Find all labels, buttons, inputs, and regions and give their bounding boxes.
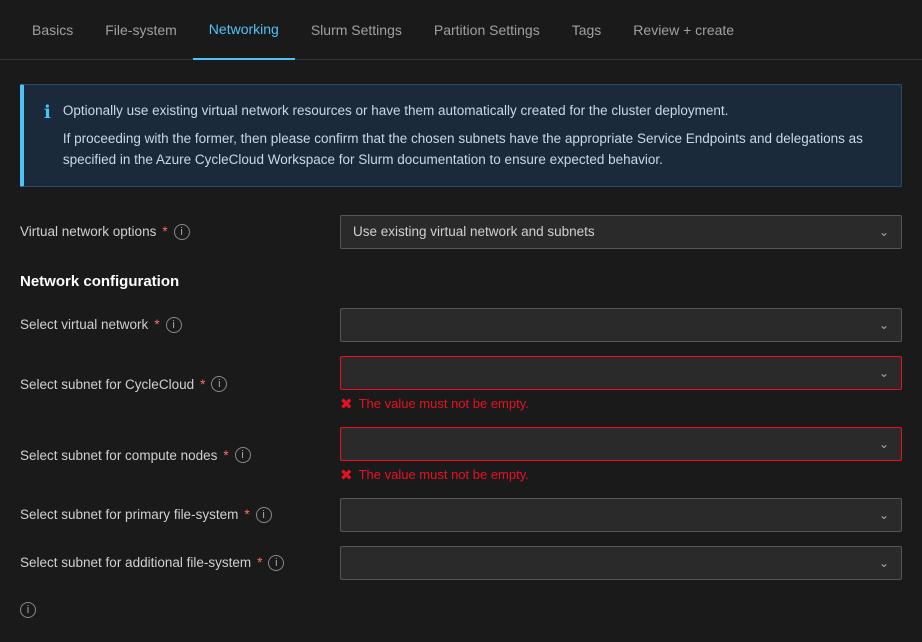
vnet-options-info-icon[interactable]: i: [174, 224, 190, 240]
main-content: ℹ Optionally use existing virtual networ…: [0, 60, 922, 642]
dropdown-select-subnet-primary-fs[interactable]: ⌄: [340, 498, 902, 532]
info-select-subnet-primary-fs[interactable]: i: [256, 507, 272, 523]
info-icon: ℹ: [44, 102, 51, 170]
control-wrap-select-subnet-additional-fs: ⌄: [340, 546, 902, 580]
form-row-select-vnet: Select virtual network * i ⌄: [20, 308, 902, 342]
tab-slurm[interactable]: Slurm Settings: [295, 0, 418, 60]
tab-filesystem[interactable]: File-system: [89, 0, 193, 60]
vnet-options-row: Virtual network options * i Use existing…: [20, 215, 902, 249]
tab-basics[interactable]: Basics: [16, 0, 89, 60]
dropdown-select-subnet-additional-fs[interactable]: ⌄: [340, 546, 902, 580]
error-text-select-subnet-compute: The value must not be empty.: [359, 467, 529, 482]
required-select-vnet: *: [154, 317, 159, 332]
tab-tags[interactable]: Tags: [556, 0, 618, 60]
tab-networking[interactable]: Networking: [193, 0, 295, 60]
error-icon-select-subnet-cyclecloud: ✖: [340, 395, 353, 413]
info-select-vnet[interactable]: i: [166, 317, 182, 333]
info-line1: Optionally use existing virtual network …: [63, 101, 881, 121]
network-config-title: Network configuration: [20, 273, 902, 290]
label-text-select-subnet-additional-fs: Select subnet for additional file-system: [20, 555, 251, 570]
control-wrap-select-vnet: ⌄: [340, 308, 902, 342]
required-select-subnet-additional-fs: *: [257, 555, 262, 570]
dropdown-select-subnet-cyclecloud[interactable]: ⌄: [340, 356, 902, 390]
label-select-subnet-compute: Select subnet for compute nodes * i: [20, 447, 340, 463]
label-text-select-subnet-primary-fs: Select subnet for primary file-system: [20, 507, 238, 522]
chevron-select-subnet-additional-fs: ⌄: [879, 556, 889, 570]
required-select-subnet-primary-fs: *: [244, 507, 249, 522]
label-select-subnet-cyclecloud: Select subnet for CycleCloud * i: [20, 376, 340, 392]
tab-partition[interactable]: Partition Settings: [418, 0, 556, 60]
control-wrap-select-subnet-primary-fs: ⌄: [340, 498, 902, 532]
form-row-select-subnet-compute: Select subnet for compute nodes * i ⌄ ✖ The …: [20, 427, 902, 484]
dropdown-select-subnet-compute[interactable]: ⌄: [340, 427, 902, 461]
info-box: ℹ Optionally use existing virtual networ…: [20, 84, 902, 187]
error-text-select-subnet-cyclecloud: The value must not be empty.: [359, 396, 529, 411]
required-select-subnet-cyclecloud: *: [200, 377, 205, 392]
vnet-options-value: Use existing virtual network and subnets: [353, 224, 595, 239]
vnet-options-label: Virtual network options * i: [20, 224, 340, 240]
chevron-select-subnet-cyclecloud: ⌄: [879, 366, 889, 380]
network-config-section: Network configuration Select virtual net…: [20, 273, 902, 580]
dropdown-select-vnet[interactable]: ⌄: [340, 308, 902, 342]
chevron-select-subnet-compute: ⌄: [879, 437, 889, 451]
info-select-subnet-compute[interactable]: i: [235, 447, 251, 463]
bottom-info: i: [20, 600, 902, 618]
label-select-vnet: Select virtual network * i: [20, 317, 340, 333]
error-msg-select-subnet-cyclecloud: ✖ The value must not be empty.: [340, 395, 902, 413]
bottom-info-icon[interactable]: i: [20, 602, 36, 618]
label-text-select-vnet: Select virtual network: [20, 317, 148, 332]
label-select-subnet-additional-fs: Select subnet for additional file-system…: [20, 555, 340, 571]
required-select-subnet-compute: *: [223, 448, 228, 463]
form-row-select-subnet-additional-fs: Select subnet for additional file-system…: [20, 546, 902, 580]
network-fields: Select virtual network *i⌄Select subnet …: [20, 308, 902, 580]
form-row-select-subnet-cyclecloud: Select subnet for CycleCloud * i ⌄ ✖ The val…: [20, 356, 902, 413]
chevron-select-vnet: ⌄: [879, 318, 889, 332]
form-row-select-subnet-primary-fs: Select subnet for primary file-system * i…: [20, 498, 902, 532]
info-select-subnet-cyclecloud[interactable]: i: [211, 376, 227, 392]
control-wrap-select-subnet-cyclecloud: ⌄ ✖ The value must not be empty.: [340, 356, 902, 413]
error-icon-select-subnet-compute: ✖: [340, 466, 353, 484]
required-star: *: [162, 224, 167, 239]
chevron-select-subnet-primary-fs: ⌄: [879, 508, 889, 522]
tab-bar: BasicsFile-systemNetworkingSlurm Setting…: [0, 0, 922, 60]
info-select-subnet-additional-fs[interactable]: i: [268, 555, 284, 571]
label-text-select-subnet-compute: Select subnet for compute nodes: [20, 448, 217, 463]
vnet-options-chevron: ⌄: [879, 225, 889, 239]
vnet-options-dropdown[interactable]: Use existing virtual network and subnets…: [340, 215, 902, 249]
info-line2: If proceeding with the former, then plea…: [63, 129, 881, 170]
tab-review[interactable]: Review + create: [617, 0, 750, 60]
label-select-subnet-primary-fs: Select subnet for primary file-system * i: [20, 507, 340, 523]
control-wrap-select-subnet-compute: ⌄ ✖ The value must not be empty.: [340, 427, 902, 484]
label-text-select-subnet-cyclecloud: Select subnet for CycleCloud: [20, 377, 194, 392]
error-msg-select-subnet-compute: ✖ The value must not be empty.: [340, 466, 902, 484]
